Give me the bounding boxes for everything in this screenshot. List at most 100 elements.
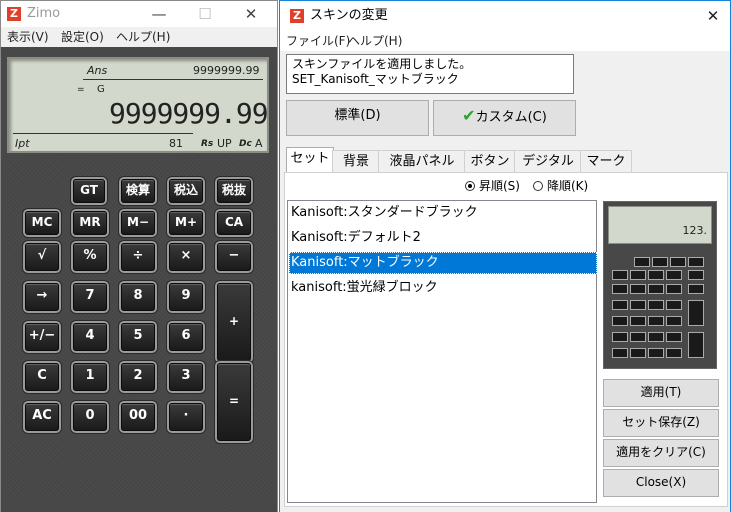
- preview-key: [648, 316, 664, 326]
- minimize-button[interactable]: —: [142, 1, 176, 27]
- arrow-key[interactable]: →: [25, 283, 59, 311]
- lcd-g-indicator: G: [97, 84, 105, 95]
- minus-key[interactable]: −: [217, 243, 251, 271]
- plus-minus-key[interactable]: +/−: [25, 323, 59, 351]
- close-button[interactable]: ✕: [234, 1, 268, 27]
- calculator-menubar: 表示(V) 設定(O) ヘルプ(H): [1, 27, 277, 47]
- tab-set[interactable]: セット: [286, 147, 334, 173]
- sort-ascending-radio[interactable]: [465, 181, 475, 191]
- preview-key: [688, 284, 704, 294]
- key-8[interactable]: 8: [121, 283, 155, 311]
- tab-mark[interactable]: マーク: [580, 150, 632, 173]
- menu-settings[interactable]: 設定(O): [61, 27, 104, 47]
- apply-button[interactable]: 適用(T): [603, 379, 719, 407]
- sort-ascending-label[interactable]: 昇順(S): [479, 177, 520, 195]
- divide-key[interactable]: ÷: [121, 243, 155, 271]
- preview-key: [666, 316, 682, 326]
- lcd-rs-indicator: Rs: [201, 139, 214, 149]
- key-4[interactable]: 4: [73, 323, 107, 351]
- calculator-titlebar[interactable]: Z Zimo — ☐ ✕: [1, 1, 277, 27]
- m-minus-key[interactable]: M−: [121, 211, 155, 235]
- sqrt-key[interactable]: √: [25, 243, 59, 271]
- calculator-body: Ans 9999999.99 = G 9999999.99 Ipt 81 Rs …: [1, 47, 277, 512]
- menu-view[interactable]: 表示(V): [7, 27, 49, 47]
- tab-lcd-panel[interactable]: 液晶パネル: [378, 150, 466, 173]
- key-00[interactable]: 00: [121, 403, 155, 431]
- preview-key: [630, 270, 646, 280]
- menu-file[interactable]: ファイル(F): [286, 31, 350, 51]
- key-7[interactable]: 7: [73, 283, 107, 311]
- preview-key: [612, 348, 628, 358]
- preview-key: [648, 332, 664, 342]
- preview-key: [630, 332, 646, 342]
- tab-digital[interactable]: デジタル: [514, 150, 582, 173]
- lcd-divider-top: [83, 79, 263, 80]
- multiply-key[interactable]: ×: [169, 243, 203, 271]
- close-button[interactable]: Close(X): [603, 469, 719, 497]
- sort-descending-label[interactable]: 降順(K): [547, 177, 588, 195]
- percent-key[interactable]: %: [73, 243, 107, 271]
- key-2[interactable]: 2: [121, 363, 155, 391]
- clear-apply-button[interactable]: 適用をクリア(C): [603, 439, 719, 467]
- preview-key: [666, 300, 682, 310]
- dialog-close-button[interactable]: ✕: [696, 1, 730, 31]
- key-1[interactable]: 1: [73, 363, 107, 391]
- preview-key: [648, 300, 664, 310]
- preview-key: [612, 270, 628, 280]
- menu-help[interactable]: ヘルプ(H): [116, 27, 170, 47]
- mc-key[interactable]: MC: [25, 211, 59, 235]
- preview-key: [612, 300, 628, 310]
- key-5[interactable]: 5: [121, 323, 155, 351]
- gt-key[interactable]: GT: [73, 179, 105, 203]
- plus-key[interactable]: +: [217, 283, 251, 361]
- key-0[interactable]: 0: [73, 403, 107, 431]
- preview-key: [666, 332, 682, 342]
- dialog-content: スキンファイルを適用しました。 SET_Kanisoft_マットブラック 標準(…: [280, 51, 730, 512]
- calculator-window: Z Zimo — ☐ ✕ 表示(V) 設定(O) ヘルプ(H) Ans 9999…: [0, 0, 278, 512]
- preview-key: [666, 270, 682, 280]
- custom-button[interactable]: ✔カスタム(C): [433, 100, 576, 136]
- lcd-ans-value: 9999999.99: [193, 64, 260, 77]
- m-plus-key[interactable]: M+: [169, 211, 203, 235]
- preview-key: [648, 270, 664, 280]
- tab-buttons[interactable]: ボタン: [464, 150, 516, 173]
- kensan-key[interactable]: 検算: [121, 179, 155, 203]
- preview-key: [648, 348, 664, 358]
- key-6[interactable]: 6: [169, 323, 203, 351]
- decimal-point-key[interactable]: ·: [169, 403, 203, 431]
- tab-background[interactable]: 背景: [332, 150, 380, 173]
- preview-lcd: 123.: [608, 206, 712, 244]
- save-set-button[interactable]: セット保存(Z): [603, 409, 719, 437]
- lcd-ans-label: Ans: [87, 64, 108, 77]
- ca-key[interactable]: CA: [217, 211, 251, 235]
- sort-descending-radio[interactable]: [533, 181, 543, 191]
- preview-key: [648, 284, 664, 294]
- menu-help[interactable]: ヘルプ(H): [348, 31, 402, 51]
- equals-key[interactable]: =: [217, 363, 251, 441]
- list-item-selected[interactable]: Kanisoft:マットブラック: [289, 252, 597, 274]
- lcd-display: Ans 9999999.99 = G 9999999.99 Ipt 81 Rs …: [7, 57, 269, 153]
- skin-listbox[interactable]: Kanisoft:スタンダードブラック Kanisoft:デフォルト2 Kani…: [287, 200, 597, 503]
- dialog-title: スキンの変更: [310, 8, 388, 23]
- tax-excluded-key[interactable]: 税抜: [217, 179, 251, 203]
- tax-included-key[interactable]: 税込: [169, 179, 203, 203]
- mr-key[interactable]: MR: [73, 211, 107, 235]
- lcd-ipt-label: Ipt: [15, 137, 30, 150]
- list-item[interactable]: Kanisoft:デフォルト2: [289, 227, 597, 249]
- list-item[interactable]: kanisoft:蛍光緑ブロック: [289, 277, 597, 299]
- lcd-equals-indicator: =: [77, 85, 85, 95]
- key-3[interactable]: 3: [169, 363, 203, 391]
- dialog-titlebar[interactable]: Z スキンの変更 ✕: [280, 1, 730, 31]
- lcd-up-indicator: UP: [217, 137, 232, 150]
- preview-key: [688, 332, 704, 358]
- preview-key: [688, 270, 704, 280]
- maximize-button[interactable]: ☐: [188, 1, 222, 27]
- list-item[interactable]: Kanisoft:スタンダードブラック: [289, 202, 597, 224]
- c-key[interactable]: C: [25, 363, 59, 391]
- skin-dialog: Z スキンの変更 ✕ ファイル(F) ヘルプ(H) スキンファイルを適用しました…: [279, 0, 731, 512]
- key-9[interactable]: 9: [169, 283, 203, 311]
- status-line-2: SET_Kanisoft_マットブラック: [292, 72, 459, 86]
- standard-button[interactable]: 標準(D): [286, 100, 429, 136]
- preview-lcd-value: 123.: [682, 224, 708, 237]
- ac-key[interactable]: AC: [25, 403, 59, 431]
